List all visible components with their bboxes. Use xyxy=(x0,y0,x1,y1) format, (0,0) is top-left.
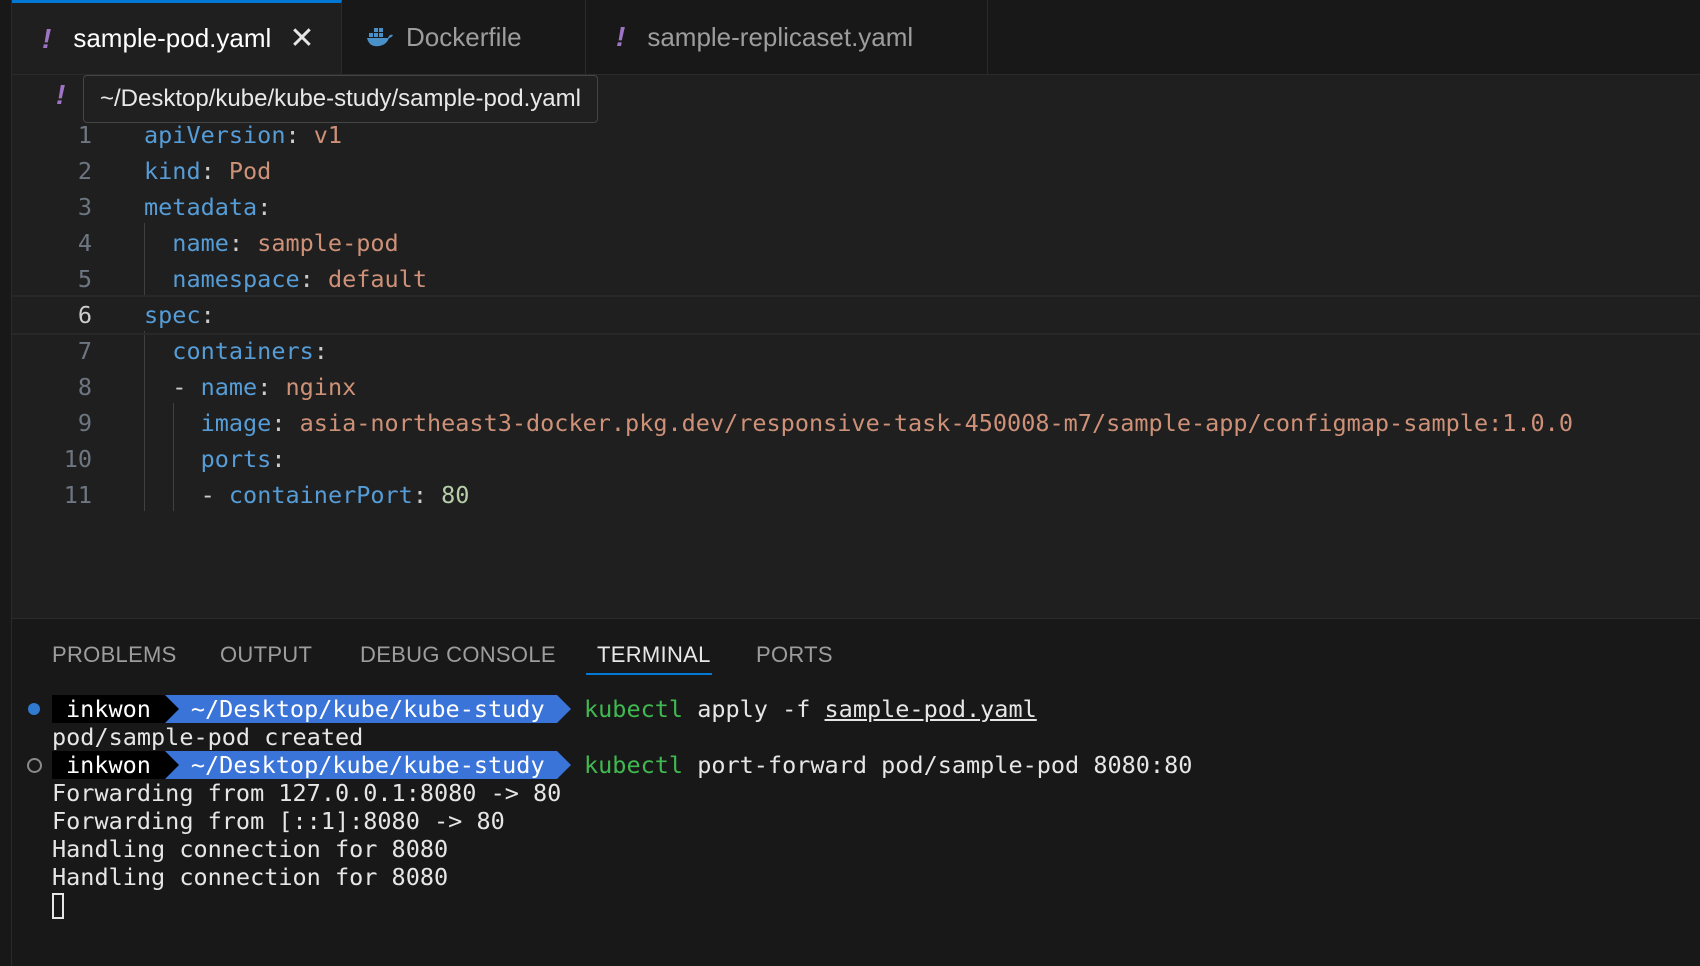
shell-prompt: inkwon ~/Desktop/kube/kube-study xyxy=(52,751,571,779)
terminal-output: Forwarding from 127.0.0.1:8080 -> 80 xyxy=(52,779,562,807)
command-exe: kubectl xyxy=(584,695,684,723)
shell-prompt: inkwon ~/Desktop/kube/kube-study xyxy=(52,695,571,723)
command-exe: kubectl xyxy=(584,751,684,779)
file-link[interactable]: sample-pod.yaml xyxy=(825,695,1037,723)
terminal-output: Forwarding from [::1]:8080 -> 80 xyxy=(52,807,505,835)
prompt-path: ~/Desktop/kube/kube-study xyxy=(164,695,571,723)
prompt-path: ~/Desktop/kube/kube-study xyxy=(164,751,571,779)
command-success-dot[interactable] xyxy=(28,703,40,715)
command-args: apply -f xyxy=(683,695,825,723)
command-line: kubectl apply -f sample-pod.yaml xyxy=(584,695,1037,723)
file-path-tooltip: ~/Desktop/kube/kube-study/sample-pod.yam… xyxy=(83,75,598,123)
command-args: port-forward pod/sample-pod 8080:80 xyxy=(683,751,1193,779)
terminal[interactable]: inkwon ~/Desktop/kube/kube-study kubectl… xyxy=(12,0,1700,966)
terminal-output: pod/sample-pod created xyxy=(52,723,364,751)
activity-bar-edge xyxy=(0,0,12,966)
terminal-output: Handling connection for 8080 xyxy=(52,835,449,863)
command-line: kubectl port-forward pod/sample-pod 8080… xyxy=(584,751,1192,779)
terminal-cursor xyxy=(52,893,64,919)
prompt-user: inkwon xyxy=(52,751,179,779)
command-running-dot[interactable] xyxy=(27,758,42,773)
prompt-user: inkwon xyxy=(52,695,179,723)
terminal-output: Handling connection for 8080 xyxy=(52,863,449,891)
